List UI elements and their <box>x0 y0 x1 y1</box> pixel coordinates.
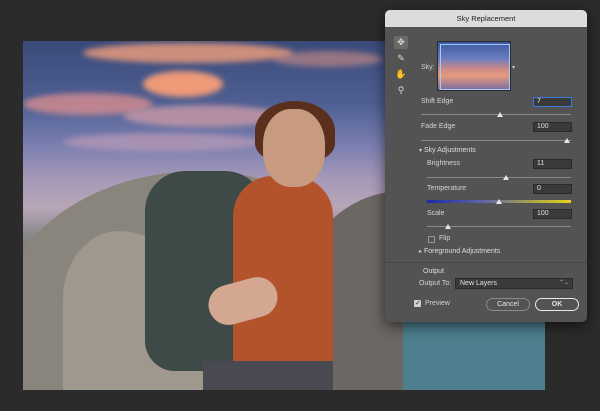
output-to-value: New Layers <box>460 280 497 287</box>
person-legs <box>203 361 333 390</box>
chevron-down-icon: ▾ <box>419 148 423 154</box>
preview-label: Preview <box>425 300 450 307</box>
water <box>403 316 545 390</box>
shift-edge-input[interactable]: 7 <box>533 97 572 107</box>
fade-edge-slider-handle[interactable] <box>564 138 570 143</box>
chevron-right-icon: ▸ <box>419 249 423 255</box>
shift-edge-slider-track[interactable] <box>421 114 571 115</box>
sky-thumbnail-selection <box>440 44 510 90</box>
sky-cloud <box>143 71 223 97</box>
foreground-adjustments-section[interactable]: ▸ Foreground Adjustments <box>419 248 500 255</box>
ok-button[interactable]: OK <box>535 298 579 311</box>
output-header: Output <box>423 268 445 275</box>
flip-checkbox[interactable] <box>428 236 435 243</box>
sky-cloud <box>83 43 293 63</box>
dialog-title: Sky Replacement <box>385 10 587 27</box>
divider <box>385 262 587 263</box>
hand-tool-icon[interactable]: ✋ <box>394 68 408 81</box>
sky-preset-dropdown-icon[interactable]: ▾ <box>512 64 515 71</box>
sky-label: Sky: <box>421 64 435 71</box>
sky-cloud <box>273 51 383 67</box>
sky-adjustments-section[interactable]: ▾ Sky Adjustments <box>419 147 476 154</box>
cancel-button[interactable]: Cancel <box>486 298 530 311</box>
brightness-input[interactable]: 11 <box>533 159 572 169</box>
temperature-label: Temperature <box>427 185 467 192</box>
flip-label: Flip <box>439 235 451 242</box>
output-to-label: Output To: <box>419 280 452 287</box>
temperature-slider-handle[interactable] <box>496 199 502 204</box>
fade-edge-label: Fade Edge <box>421 123 456 130</box>
chevron-updown-icon: ⌃⌄ <box>558 280 569 286</box>
preview-checkbox[interactable] <box>414 299 421 307</box>
brightness-label: Brightness <box>427 160 461 167</box>
scale-input[interactable]: 100 <box>533 209 572 219</box>
output-to-select[interactable]: New Layers ⌃⌄ <box>455 278 573 289</box>
foreground-adjustments-header: Foreground Adjustments <box>424 248 501 255</box>
sky-replacement-dialog: Sky Replacement ✥ ✎ ✋ ⚲ Sky: ▾ Shift Edg… <box>385 10 587 322</box>
scale-label: Scale <box>427 210 445 217</box>
person-face <box>263 109 325 187</box>
shift-edge-label: Shift Edge <box>421 98 454 105</box>
zoom-tool-icon[interactable]: ⚲ <box>394 84 408 97</box>
sky-preset-thumbnail[interactable] <box>437 41 511 91</box>
sky-adjustments-header: Sky Adjustments <box>424 147 476 154</box>
move-tool-icon[interactable]: ✥ <box>394 36 408 49</box>
fade-edge-input[interactable]: 100 <box>533 122 572 132</box>
sky-brush-tool-icon[interactable]: ✎ <box>394 52 408 65</box>
brightness-slider-track[interactable] <box>427 177 571 178</box>
brightness-slider-handle[interactable] <box>503 175 509 180</box>
scale-slider-handle[interactable] <box>445 224 451 229</box>
sky-cloud <box>63 133 263 151</box>
temperature-input[interactable]: 0 <box>533 184 572 194</box>
fade-edge-slider-track[interactable] <box>421 140 571 141</box>
shift-edge-slider-handle[interactable] <box>497 112 503 117</box>
